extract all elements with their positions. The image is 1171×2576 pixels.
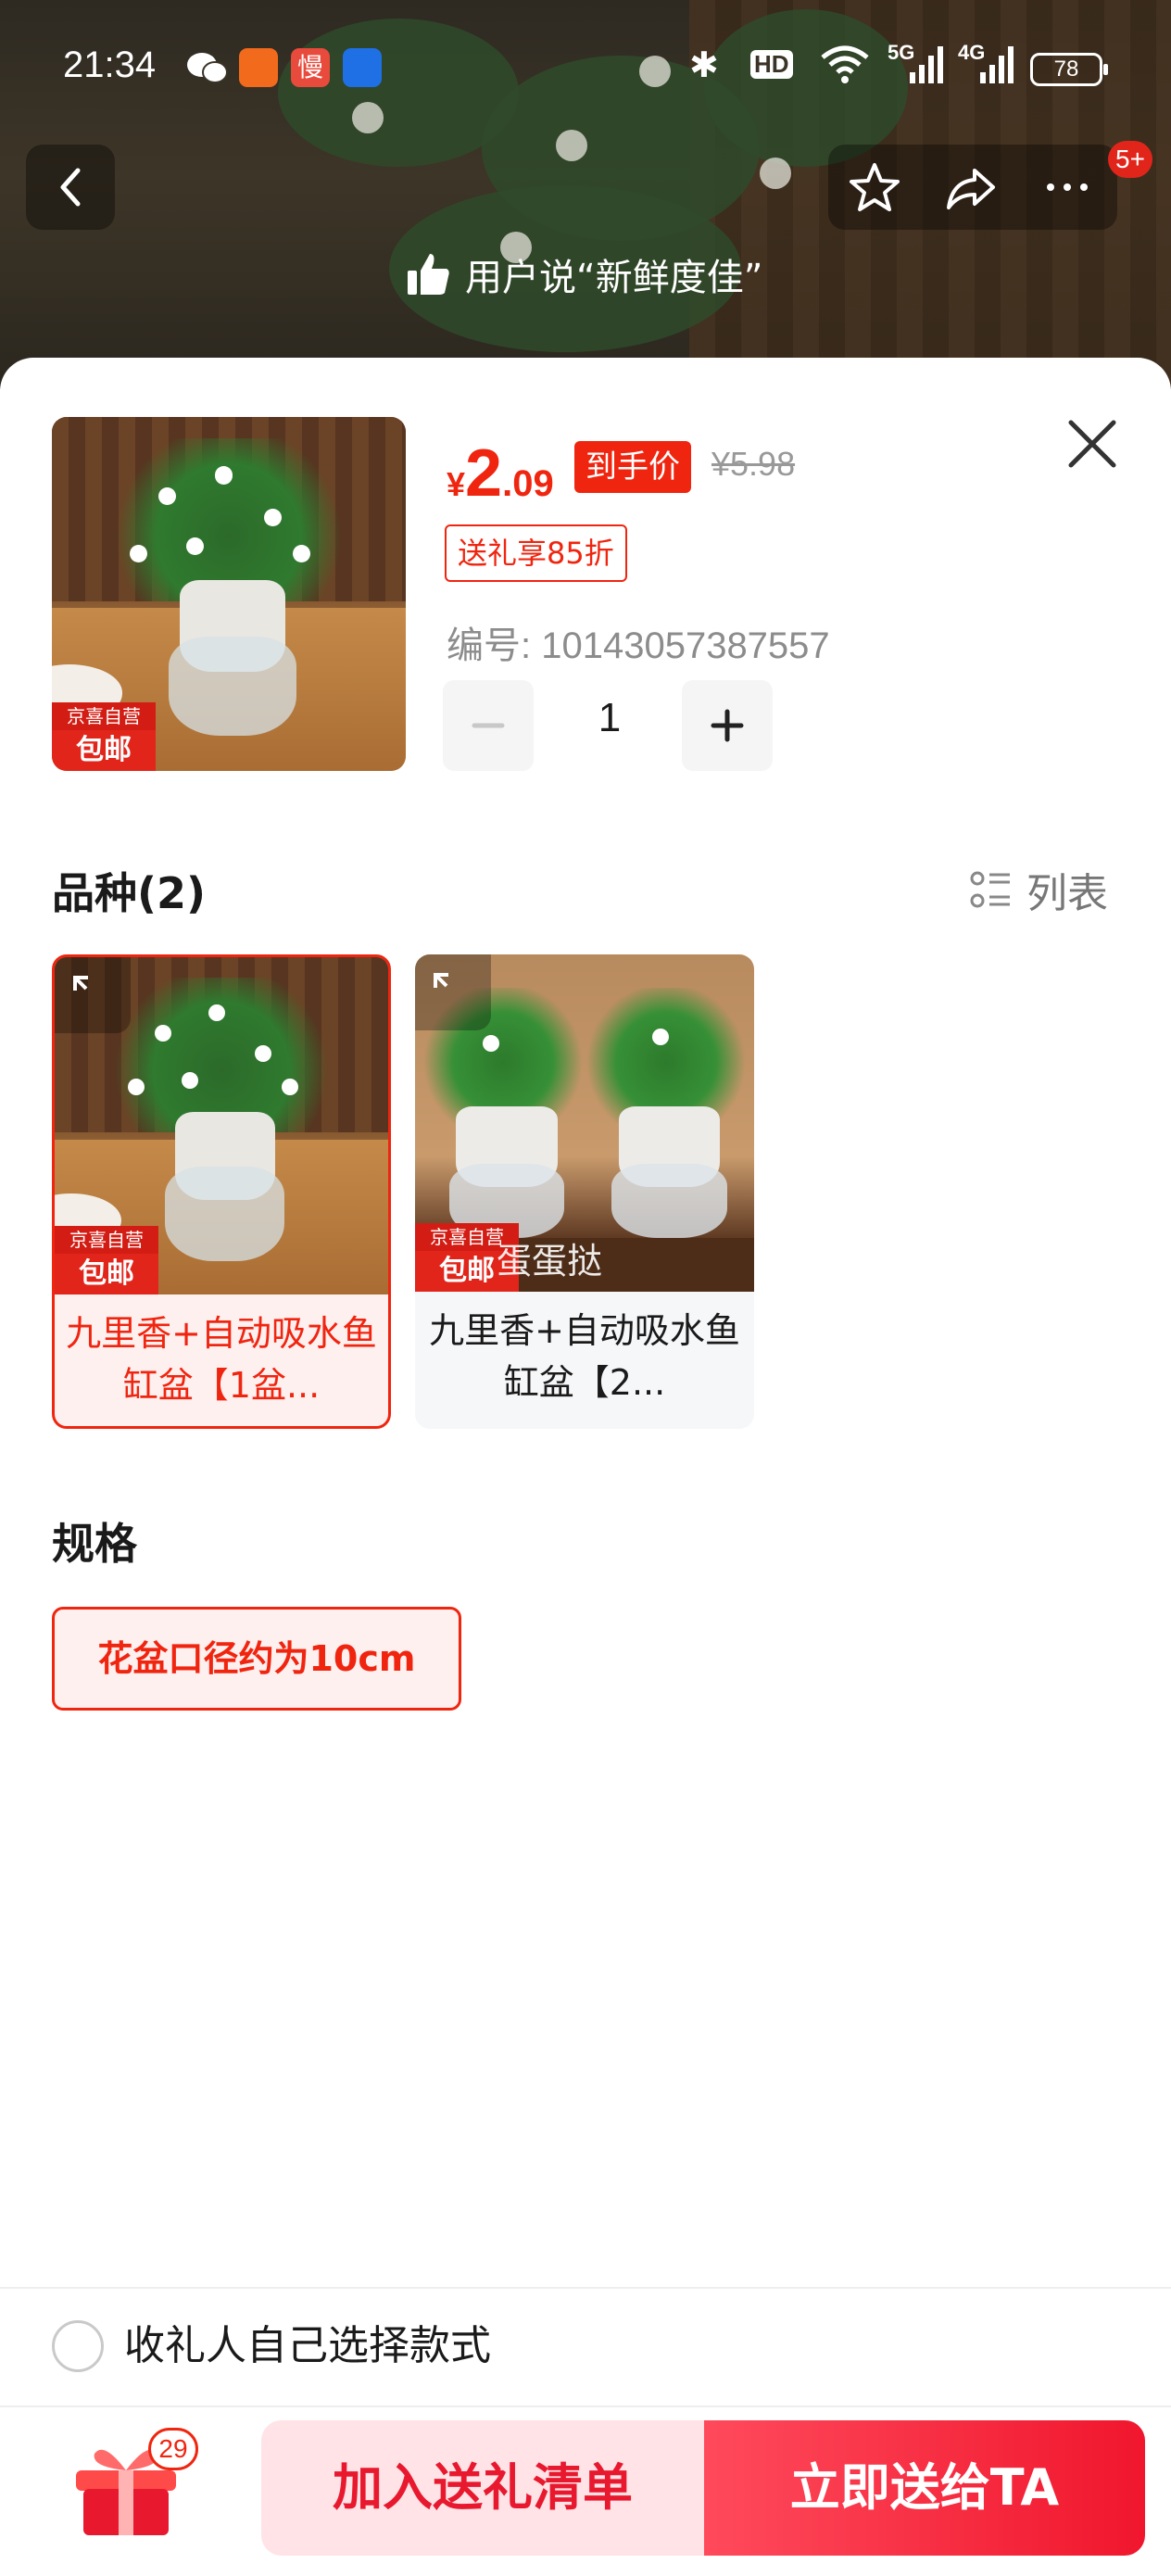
status-time: 21:34 <box>63 44 157 85</box>
current-price: ¥2.09 <box>447 436 554 511</box>
final-price-tag: 到手价 <box>574 441 691 493</box>
variant-option-2[interactable]: 京喜自营 包邮 蛋蛋挞 九里香+自动吸水鱼缸盆【2... <box>415 954 754 1429</box>
quantity-increase-button[interactable] <box>682 680 773 771</box>
divider <box>0 2287 1171 2289</box>
nav-action-group <box>828 145 1117 230</box>
list-icon <box>970 871 1010 908</box>
self-operated-ribbon: 京喜自营 包邮 <box>52 702 156 771</box>
app-icon-red: 慢 <box>291 48 330 87</box>
expand-image-button[interactable] <box>415 954 491 1030</box>
recipient-choose-radio[interactable] <box>52 2320 104 2372</box>
list-view-toggle[interactable]: 列表 <box>969 860 1108 919</box>
share-icon[interactable] <box>941 158 1001 221</box>
app-icon-orange <box>239 48 278 87</box>
favorite-star-icon[interactable] <box>845 158 904 221</box>
quantity-value[interactable]: 1 <box>561 695 658 741</box>
chevron-left-icon <box>60 168 81 207</box>
expand-icon <box>434 973 448 988</box>
wechat-icon <box>185 48 230 87</box>
bluetooth-icon: ✱ <box>689 46 719 85</box>
self-operated-ribbon: 京喜自营 包邮 <box>55 1226 158 1294</box>
product-thumbnail[interactable]: 京喜自营 包邮 <box>52 417 406 771</box>
gift-list-count-badge: 29 <box>148 2428 198 2470</box>
plus-icon <box>711 709 744 742</box>
hd-icon: HD <box>750 50 793 79</box>
spec-section-title: 规格 <box>52 1519 137 1569</box>
wifi-icon <box>819 44 871 92</box>
thumbs-up-icon <box>408 254 449 295</box>
recipient-choose-label: 收礼人自己选择款式 <box>124 2322 491 2369</box>
quantity-decrease-button[interactable] <box>443 680 534 771</box>
add-to-gift-list-button[interactable]: 加入送礼清单 <box>261 2420 704 2556</box>
battery-indicator: 78 <box>1030 53 1108 86</box>
list-view-label: 列表 <box>1026 870 1108 917</box>
variant-label: 九里香+自动吸水鱼缸盆【2... <box>429 1310 740 1403</box>
gift-discount-badge: 送礼享85折 <box>445 524 627 582</box>
signal-4g-icon <box>978 44 1015 92</box>
ribbon-top-text: 京喜自营 <box>52 702 156 730</box>
variety-section-title: 品种(2) <box>52 868 207 918</box>
original-price: ¥5.98 <box>711 445 796 483</box>
user-review-banner: 用户说“新鲜度佳” <box>404 245 762 304</box>
expand-image-button[interactable] <box>55 957 131 1033</box>
variant-option-1[interactable]: 京喜自营 包邮 九里香+自动吸水鱼缸盆【1盆... <box>52 954 391 1429</box>
user-review-text: 用户说“新鲜度佳” <box>465 257 763 299</box>
expand-icon <box>73 976 88 991</box>
ribbon-bottom-text: 包邮 <box>76 734 132 766</box>
spec-option-10cm[interactable]: 花盆口径约为10cm <box>52 1607 461 1711</box>
image-watermark: 蛋蛋挞 <box>497 1241 603 1282</box>
variant-label: 九里香+自动吸水鱼缸盆【1盆... <box>66 1313 377 1406</box>
close-button[interactable] <box>1062 413 1123 474</box>
message-count-badge: 5+ <box>1108 141 1152 178</box>
minus-icon <box>472 723 505 728</box>
sku-number: 编号: 10143057387557 <box>447 625 830 666</box>
status-bar: 21:34 慢 ✱ HD 5G 4G 78 <box>0 0 1171 139</box>
more-dots-icon[interactable] <box>1038 158 1097 221</box>
send-gift-now-button[interactable]: 立即送给TA <box>704 2420 1145 2556</box>
divider <box>0 2406 1171 2407</box>
app-icon-blue <box>343 48 382 87</box>
close-icon <box>1068 420 1116 468</box>
signal-5g-icon <box>908 44 945 92</box>
back-button[interactable] <box>26 145 115 230</box>
